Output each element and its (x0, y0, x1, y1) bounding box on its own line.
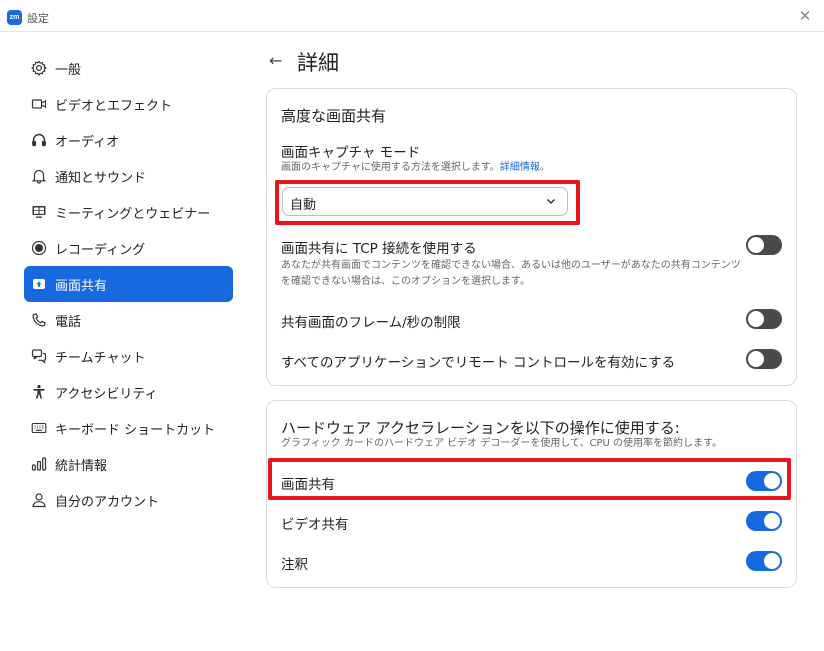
sidebar-item-share-screen[interactable]: 画面共有 (24, 266, 233, 302)
sidebar-item-label: ミーティングとウェビナー (55, 206, 211, 222)
sidebar-item-label: オーディオ (55, 134, 120, 150)
sidebar-item-recording[interactable]: レコーディング (24, 230, 233, 266)
fps-limit-toggle[interactable] (746, 309, 782, 329)
back-arrow-icon[interactable]: ← (269, 51, 282, 70)
toggle-knob (764, 473, 780, 489)
remote-control-toggle[interactable] (746, 349, 782, 369)
sidebar-item-label: チームチャット (55, 350, 146, 366)
sidebar: 一般 ビデオとエフェクト オーディオ 通知とサウンド ミーティングとウェビナー … (24, 50, 233, 518)
select-value: 自動 (290, 198, 317, 213)
hardware-acceleration-card: ハードウェア アクセラレーションを以下の操作に使用する: グラフィック カードの… (266, 400, 797, 588)
sidebar-item-label: 自分のアカウント (55, 494, 160, 510)
sidebar-item-label: 一般 (55, 62, 82, 78)
hw-screen-share-toggle[interactable] (746, 471, 782, 491)
toggle-knob (748, 351, 764, 367)
remote-control-label: すべてのアプリケーションでリモート コントロールを有効にする (281, 355, 676, 371)
fps-limit-label: 共有画面のフレーム/秒の制限 (281, 315, 461, 331)
sidebar-item-label: 画面共有 (55, 278, 108, 294)
video-camera-icon (31, 96, 47, 112)
hw-screen-share-label: 画面共有 (281, 477, 335, 493)
sidebar-item-video[interactable]: ビデオとエフェクト (24, 86, 233, 122)
hardware-acceleration-description: グラフィック カードのハードウェア ビデオ デコーダーを使用して、CPU の使用… (281, 438, 723, 449)
tcp-description: あなたが共有画面でコンテンツを確認できない場合、あるいは他のユーザーがあなたの共… (281, 260, 741, 287)
tcp-toggle[interactable] (746, 235, 782, 255)
capture-mode-description: 画面のキャプチャに使用する方法を選択します。詳細情報。 (281, 162, 550, 173)
keyboard-icon (31, 420, 47, 436)
record-icon (31, 240, 47, 256)
sidebar-item-accessibility[interactable]: アクセシビリティ (24, 374, 233, 410)
title-bar: zm 設定 ✕ (0, 0, 824, 32)
toggle-knob (764, 553, 780, 569)
gear-icon (31, 60, 47, 76)
sidebar-item-label: 電話 (55, 314, 82, 330)
user-icon (31, 492, 47, 508)
toggle-knob (748, 311, 764, 327)
zoom-logo-icon: zm (7, 10, 22, 25)
hw-annotation-label: 注釈 (281, 557, 308, 573)
card-title: 高度な画面共有 (281, 107, 387, 125)
chat-icon (31, 348, 47, 364)
bell-icon (31, 168, 47, 184)
share-screen-icon (31, 276, 47, 292)
hw-video-share-label: ビデオ共有 (281, 517, 349, 533)
window-title: 設定 (27, 12, 49, 25)
chevron-down-icon (546, 198, 556, 205)
sidebar-item-label: アクセシビリティ (55, 386, 158, 402)
sidebar-item-statistics[interactable]: 統計情報 (24, 446, 233, 482)
accessibility-icon (31, 384, 47, 400)
sidebar-item-notifications[interactable]: 通知とサウンド (24, 158, 233, 194)
sidebar-item-audio[interactable]: オーディオ (24, 122, 233, 158)
sidebar-item-team-chat[interactable]: チームチャット (24, 338, 233, 374)
sidebar-item-label: ビデオとエフェクト (55, 98, 173, 114)
hw-annotation-toggle[interactable] (746, 551, 782, 571)
card-title: ハードウェア アクセラレーションを以下の操作に使用する: (281, 419, 680, 437)
sidebar-item-meetings[interactable]: ミーティングとウェビナー (24, 194, 233, 230)
toggle-knob (764, 513, 780, 529)
learn-more-link[interactable]: 詳細情報 (500, 162, 540, 173)
hw-video-share-toggle[interactable] (746, 511, 782, 531)
sidebar-item-label: キーボード ショートカット (55, 422, 216, 438)
sidebar-item-phone[interactable]: 電話 (24, 302, 233, 338)
capture-mode-select[interactable]: 自動 (282, 187, 568, 216)
toggle-knob (748, 237, 764, 253)
sidebar-item-general[interactable]: 一般 (24, 50, 233, 86)
advanced-sharing-card: 高度な画面共有 画面キャプチャ モード 画面のキャプチャに使用する方法を選択しま… (266, 88, 797, 386)
sidebar-item-my-account[interactable]: 自分のアカウント (24, 482, 233, 518)
phone-icon (31, 312, 47, 328)
sidebar-item-label: 統計情報 (55, 458, 108, 474)
sidebar-item-keyboard-shortcuts[interactable]: キーボード ショートカット (24, 410, 233, 446)
capture-mode-label: 画面キャプチャ モード (281, 145, 421, 161)
sidebar-item-label: 通知とサウンド (55, 170, 147, 186)
tcp-label: 画面共有に TCP 接続を使用する (281, 241, 477, 257)
stats-icon (31, 456, 47, 472)
page-title: 詳細 (297, 51, 339, 75)
headphones-icon (31, 132, 47, 148)
close-icon[interactable]: ✕ (797, 8, 813, 24)
sidebar-item-label: レコーディング (55, 242, 146, 258)
meeting-icon (31, 204, 47, 220)
